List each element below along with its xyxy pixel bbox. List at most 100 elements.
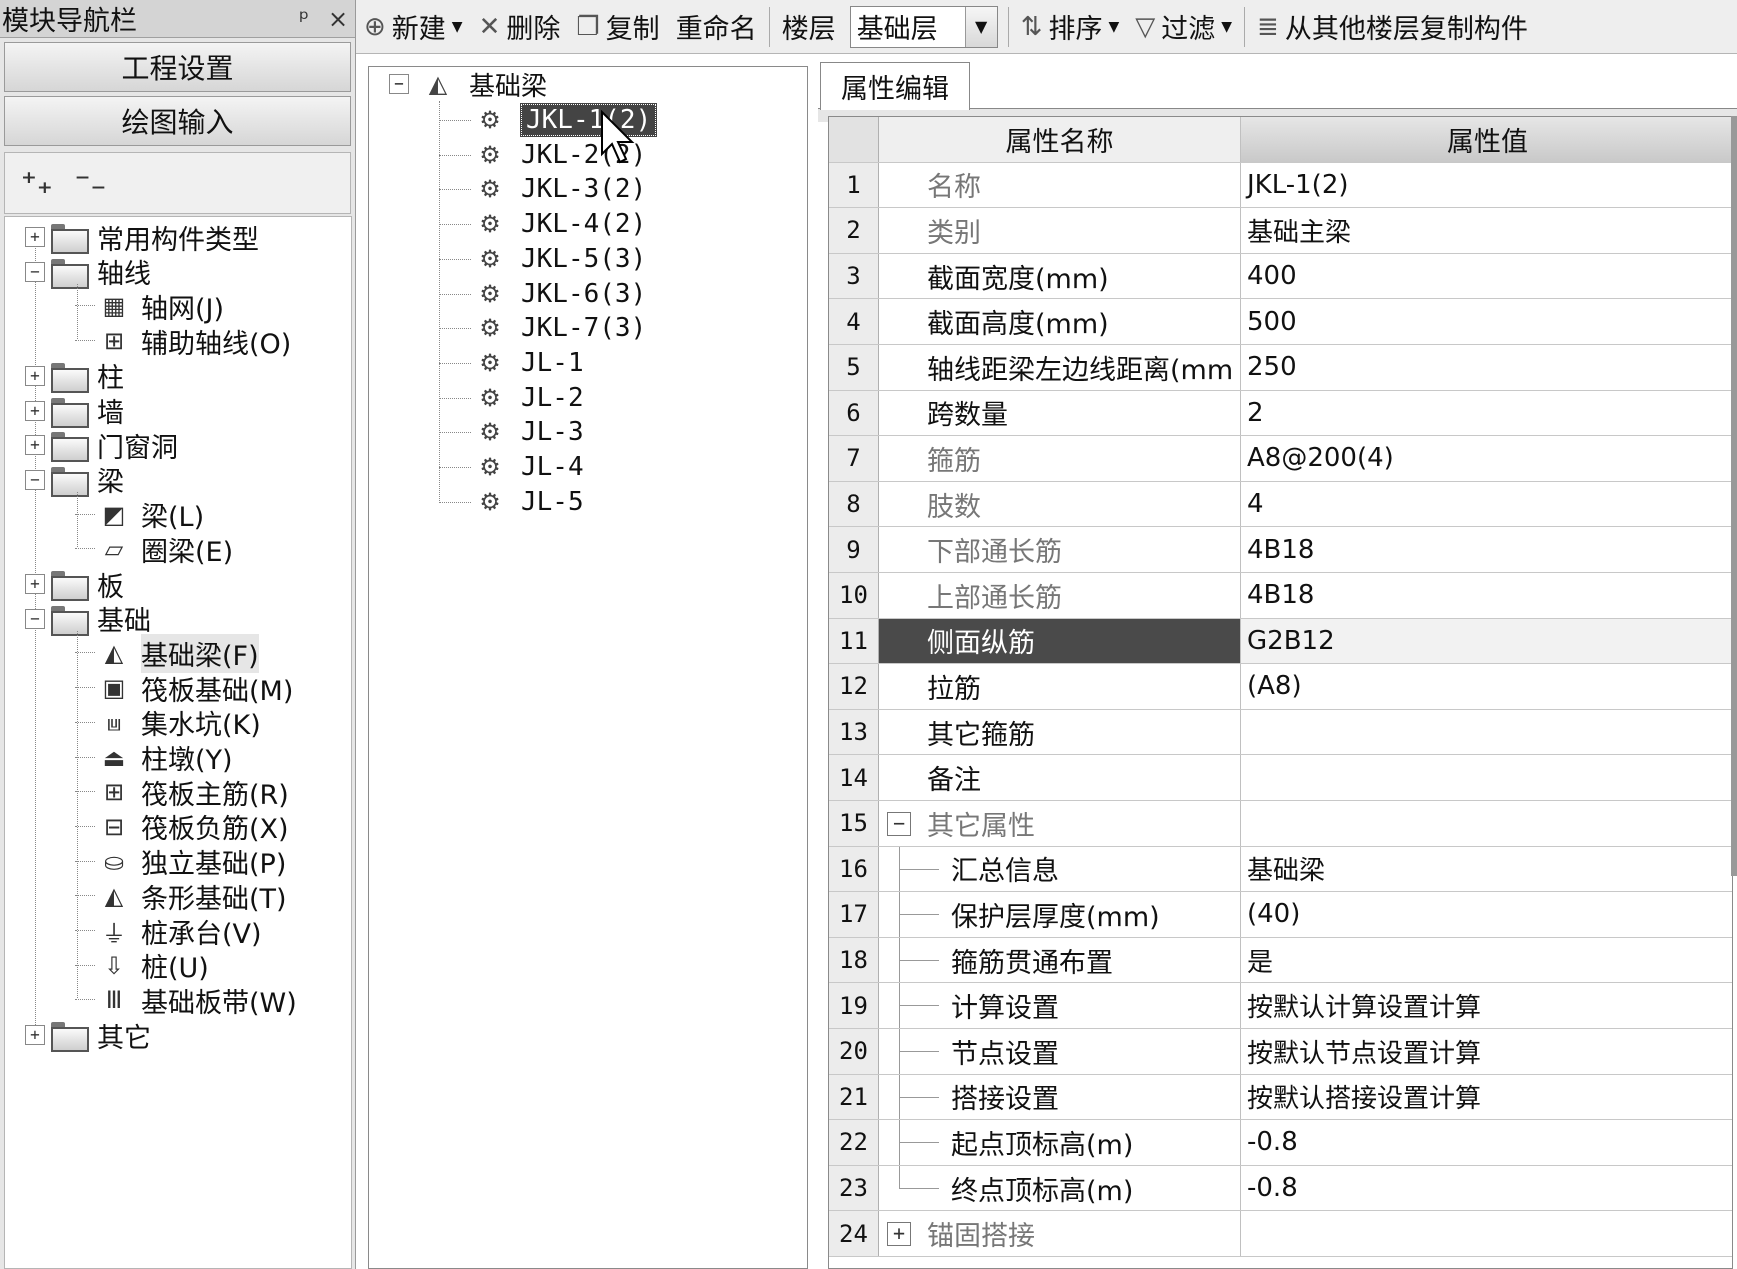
property-value[interactable]: 4B18 [1241, 573, 1732, 618]
collapse-all-icon[interactable]: ⁻₋ [75, 166, 107, 201]
property-row[interactable]: 16 汇总信息 基础梁 [829, 846, 1732, 893]
tree-item[interactable]: ⩏ 集水坑(K) [75, 705, 261, 741]
pin-icon[interactable]: ᵖ [287, 5, 321, 33]
property-value[interactable]: 基础主梁 [1241, 208, 1732, 253]
collapse-icon[interactable]: − [389, 74, 409, 94]
property-value[interactable]: -0.8 [1241, 1120, 1732, 1165]
component-list-item[interactable]: ⚙ JKL-5(3) [439, 242, 646, 276]
property-row[interactable]: 24 + 锚固搭接 [829, 1211, 1732, 1257]
property-value[interactable]: 是 [1241, 938, 1732, 983]
tree-folder[interactable]: + 其它 [25, 1017, 151, 1054]
component-root[interactable]: − ◭ 基础梁 [389, 67, 547, 102]
filter-button[interactable]: ▽ 过滤 ▼ [1127, 4, 1240, 50]
tree-folder[interactable]: + 板 [25, 566, 124, 603]
property-row[interactable]: 5 轴线距梁左边线距离(mm 250 [829, 345, 1732, 391]
collapse-icon[interactable]: − [887, 812, 911, 836]
component-list-item[interactable]: ⚙ JKL-4(2) [439, 207, 646, 241]
property-row[interactable]: 1 名称 JKL-1(2) [829, 162, 1732, 209]
property-value[interactable]: A8@200(4) [1241, 436, 1732, 481]
property-row[interactable]: 2 类别 基础主梁 [829, 208, 1732, 254]
expand-all-icon[interactable]: ⁺₊ [21, 166, 53, 201]
project-settings-button[interactable]: 工程设置 [4, 42, 351, 92]
tree-folder[interactable]: + 门窗洞 [25, 427, 178, 464]
property-value[interactable]: 250 [1241, 345, 1732, 390]
tree-item[interactable]: ▱ 圈梁(E) [75, 531, 233, 568]
expand-icon[interactable]: + [25, 227, 45, 247]
property-value[interactable]: 4B18 [1241, 527, 1732, 572]
floor-select[interactable]: 基础层 ▼ [849, 5, 998, 48]
property-value[interactable]: -0.8 [1241, 1166, 1732, 1211]
component-list-item[interactable]: ⚙ JKL-6(3) [439, 277, 646, 311]
property-row[interactable]: 23 终点顶标高(m) -0.8 [829, 1165, 1732, 1212]
property-row[interactable]: 15− 其它属性 [829, 801, 1732, 847]
expand-icon[interactable]: + [887, 1222, 911, 1247]
property-value[interactable]: (A8) [1241, 664, 1732, 709]
property-value[interactable]: (40) [1241, 892, 1732, 937]
tree-folder[interactable]: − 基础 [25, 601, 151, 637]
component-list-item[interactable]: ⚙ JKL-3(2) [439, 172, 646, 206]
property-value[interactable]: 按默认搭接设置计算 [1241, 1075, 1732, 1120]
tree-item[interactable]: ◩ 梁(L) [75, 497, 204, 533]
property-value[interactable]: G2B12 [1241, 618, 1732, 664]
property-value[interactable]: 按默认计算设置计算 [1241, 983, 1732, 1028]
property-row[interactable]: 6 跨数量 2 [829, 390, 1732, 437]
component-list-item[interactable]: ⚙ JL-4 [439, 450, 584, 484]
property-value[interactable]: 基础梁 [1241, 847, 1732, 892]
chevron-down-icon[interactable]: ▼ [964, 6, 997, 47]
property-row[interactable]: 20 节点设置 按默认节点设置计算 [829, 1029, 1732, 1075]
tree-item[interactable]: ⏏ 柱墩(Y) [75, 740, 233, 776]
property-row[interactable]: 3 截面宽度(mm) 400 [829, 253, 1732, 300]
property-row[interactable]: 19 计算设置 按默认计算设置计算 [829, 983, 1732, 1029]
property-value[interactable] [1241, 755, 1732, 800]
rename-button[interactable]: 重命名 [668, 4, 765, 50]
component-list-item[interactable]: ⚙ JL-5 [439, 485, 584, 519]
property-value[interactable] [1241, 710, 1732, 755]
collapse-icon[interactable]: − [25, 608, 45, 629]
tree-item[interactable]: ⊟ 筏板负筋(X) [75, 809, 289, 845]
property-value[interactable]: 500 [1241, 299, 1732, 344]
property-row[interactable]: 7 箍筋 A8@200(4) [829, 436, 1732, 482]
property-row[interactable]: 9 下部通长筋 4B18 [829, 527, 1732, 573]
expand-icon[interactable]: + [25, 365, 45, 386]
tree-item[interactable]: ⊞ 筏板主筋(R) [75, 774, 289, 811]
vertical-scrollbar[interactable] [1731, 116, 1737, 876]
sort-button[interactable]: ⇅ 排序 ▼ [1013, 4, 1128, 50]
component-list-item[interactable]: ⚙ JKL-7(3) [439, 311, 646, 345]
component-list-item[interactable]: ⚙ JL-3 [439, 415, 584, 449]
property-value[interactable] [1241, 1211, 1732, 1256]
property-row[interactable]: 11 侧面纵筋 G2B12 [829, 618, 1732, 665]
property-value[interactable]: 2 [1241, 391, 1732, 436]
property-row[interactable]: 21 搭接设置 按默认搭接设置计算 [829, 1074, 1732, 1121]
tree-item[interactable]: Ⅲ 基础板带(W) [75, 982, 297, 1019]
property-row[interactable]: 22 起点顶标高(m) -0.8 [829, 1120, 1732, 1166]
property-value[interactable]: JKL-1(2) [1241, 163, 1732, 208]
tree-item[interactable]: ⏚ 桩承台(V) [75, 913, 262, 950]
property-value[interactable]: 4 [1241, 482, 1732, 527]
property-value[interactable]: 400 [1241, 254, 1732, 299]
property-row[interactable]: 10 上部通长筋 4B18 [829, 573, 1732, 619]
property-row[interactable]: 12 拉筋 (A8) [829, 664, 1732, 710]
collapse-icon[interactable]: − [25, 469, 45, 490]
tree-item[interactable]: ⇩ 桩(U) [75, 948, 209, 984]
delete-button[interactable]: ✕ 删除 [471, 4, 569, 50]
tab-property-edit[interactable]: 属性编辑 [820, 62, 970, 110]
tree-item[interactable]: ⛀ 独立基础(P) [75, 844, 286, 880]
tree-folder[interactable]: − 梁 [25, 462, 124, 498]
tree-folder[interactable]: − 轴线 [25, 254, 151, 290]
property-row[interactable]: 14 备注 [829, 755, 1732, 801]
property-row[interactable]: 8 肢数 4 [829, 481, 1732, 528]
expand-icon[interactable]: + [25, 435, 45, 456]
tree-folder[interactable]: + 墙 [25, 393, 124, 429]
tree-item[interactable]: ◭ 基础梁(F) [75, 633, 259, 673]
property-row[interactable]: 13 其它箍筋 [829, 709, 1732, 756]
copy-button[interactable]: ❐ 复制 [568, 4, 667, 50]
drawing-input-button[interactable]: 绘图输入 [4, 96, 351, 146]
collapse-icon[interactable]: − [25, 261, 45, 282]
component-list-item[interactable]: ⚙ JL-1 [439, 346, 584, 380]
tree-folder[interactable]: + 常用构件类型 [25, 219, 259, 256]
component-list-item[interactable]: ⚙ JL-2 [439, 381, 584, 415]
property-row[interactable]: 4 截面高度(mm) 500 [829, 299, 1732, 345]
expand-icon[interactable]: + [25, 400, 45, 421]
property-row[interactable]: 18 箍筋贯通布置 是 [829, 937, 1732, 984]
tree-item[interactable]: ⊞ 辅助轴线(O) [75, 323, 291, 360]
